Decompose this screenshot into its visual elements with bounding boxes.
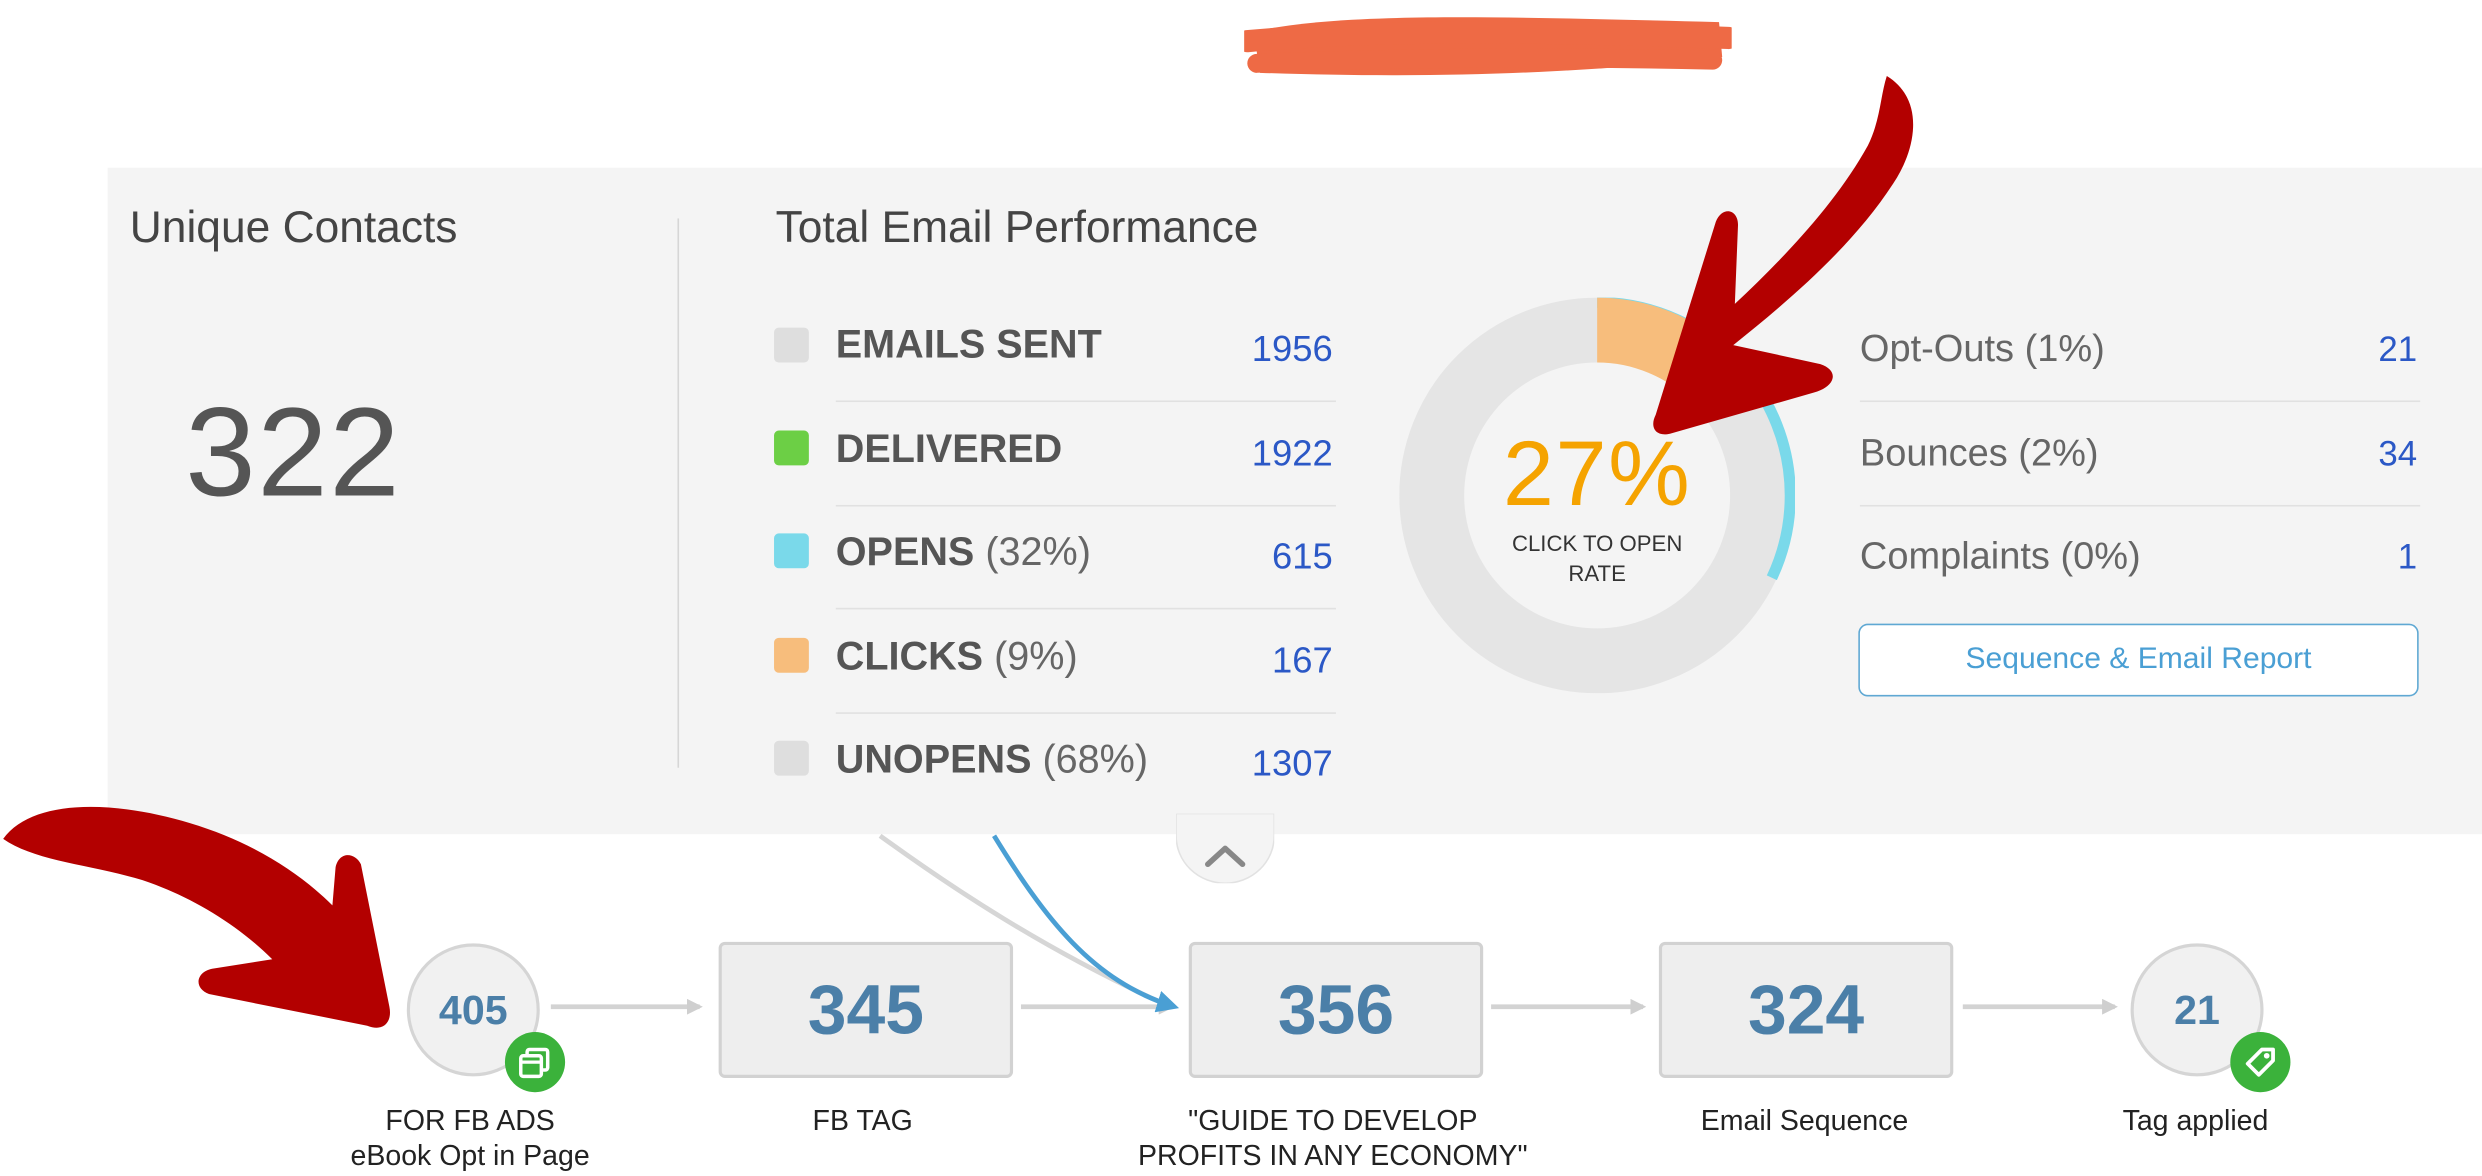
metric-row-clicks[interactable]: CLICKS (9%) 167 [772, 613, 1336, 714]
flow-node-label: FB TAG [812, 1104, 913, 1137]
caption-line-1: CLICK TO OPEN [1511, 530, 1683, 556]
flow-node-email-sequence[interactable]: 324 [1658, 941, 1954, 1078]
metric-value: 615 [1272, 535, 1333, 577]
sequence-email-report-button[interactable]: Sequence & Email Report [1858, 623, 2419, 697]
legend-swatch [774, 430, 809, 466]
badge-page [504, 1032, 566, 1093]
flow-node-label: Tag applied [2122, 1104, 2269, 1137]
metric-label: EMAILS SENT [835, 322, 1102, 368]
click-to-open-rate-value: 27% [1502, 422, 1692, 526]
metric-label: CLICKS [835, 634, 984, 680]
row-separator [1859, 400, 2421, 403]
page-icon [519, 1047, 550, 1079]
total-email-performance-title: Total Email Performance [775, 202, 1259, 252]
panel-divider [677, 218, 680, 768]
tag-icon [2245, 1047, 2275, 1077]
label-line-1: FOR FB ADS [385, 1104, 555, 1137]
legend-swatch [774, 327, 809, 363]
row-separator [835, 712, 1336, 714]
flow-connector-blue [992, 834, 1180, 1013]
row-separator [835, 400, 1336, 403]
metric-value: 1956 [1251, 327, 1333, 369]
unique-contacts-title: Unique Contacts [129, 202, 458, 252]
flow-node-label: FOR FB ADS eBook Opt in Page [312, 1103, 629, 1173]
collapse-panel-button[interactable] [1176, 813, 1275, 884]
flow-node-fb-tag[interactable]: 345 [718, 941, 1014, 1078]
metric-percent: (68%) [1042, 737, 1149, 782]
metric-percent: (9%) [994, 634, 1078, 680]
stat-label: Opt-Outs (1%) [1859, 327, 2105, 371]
legend-swatch [774, 533, 809, 569]
stat-value: 1 [2397, 536, 2418, 577]
metric-label: DELIVERED [835, 427, 1063, 472]
label-line-2: PROFITS IN ANY ECONOMY" [1138, 1139, 1528, 1172]
label-line-2: eBook Opt in Page [350, 1139, 590, 1172]
metric-row-delivered[interactable]: DELIVERED 1922 [772, 405, 1336, 507]
row-separator [835, 504, 1336, 507]
metric-value: 167 [1272, 639, 1333, 681]
flow-node-label: Email Sequence [1700, 1104, 1909, 1137]
stat-row-complaints[interactable]: Complaints (0%) 1 [1860, 508, 2420, 609]
row-separator [835, 607, 1336, 610]
stat-value: 34 [2378, 433, 2418, 474]
metric-value: 1307 [1251, 742, 1333, 784]
metric-label: UNOPENS [835, 737, 1032, 782]
flow-node-guide[interactable]: 356 [1188, 941, 1484, 1078]
stat-row-opt-outs[interactable]: Opt-Outs (1%) 21 [1859, 301, 2421, 403]
metric-row-unopens[interactable]: UNOPENS (68%) 1307 [772, 715, 1336, 816]
label-line-1: "GUIDE TO DEVELOP [1188, 1104, 1478, 1137]
redaction-mark [1244, 17, 1732, 76]
metric-percent: (32%) [985, 530, 1091, 575]
flow-node-label: "GUIDE TO DEVELOP PROFITS IN ANY ECONOMY… [1095, 1103, 1570, 1173]
stat-value: 21 [2378, 329, 2418, 369]
metric-label: OPENS [835, 530, 975, 575]
legend-swatch [774, 637, 809, 673]
red-arrow-opt-in [3, 806, 390, 1028]
legend-swatch [774, 740, 809, 776]
stat-row-bounces[interactable]: Bounces (2%) 34 [1859, 405, 2421, 507]
badge-tag [2230, 1032, 2291, 1093]
metric-row-emails-sent[interactable]: EMAILS SENT 1956 [772, 301, 1336, 403]
unique-contacts-value: 322 [185, 381, 402, 523]
caption-line-2: RATE [1568, 560, 1626, 586]
metric-row-opens[interactable]: OPENS (32%) 615 [772, 508, 1336, 610]
metric-value: 1922 [1251, 432, 1333, 474]
row-separator [1859, 504, 2421, 507]
stat-label: Complaints (0%) [1859, 535, 2141, 578]
stat-label: Bounces (2%) [1859, 432, 2099, 475]
click-to-open-rate-caption: CLICK TO OPEN RATE [1478, 529, 1715, 589]
